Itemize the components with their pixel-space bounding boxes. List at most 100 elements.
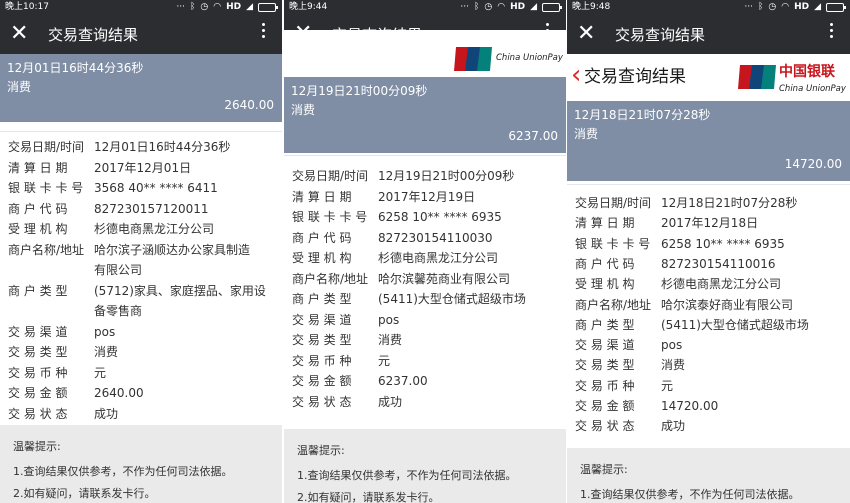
detail-label: 交 易 类 型 (575, 358, 635, 373)
back-chevron-icon[interactable]: ‹ (571, 60, 581, 90)
detail-label: 交 易 状 态 (575, 419, 635, 434)
unionpay-logo-icon (454, 47, 492, 71)
detail-label: 交 易 渠 道 (575, 338, 635, 353)
summary-amount: 2640.00 (224, 98, 274, 112)
detail-value: 成功 (94, 406, 119, 421)
status-bar: 晚上10:17 ··· ᛒ ◷ ◠ HD ◢ (0, 0, 282, 15)
banner-title: 交易查询结果 (584, 67, 686, 87)
tip-line-1: 1.查询结果仅供参考，不作为任何司法依据。 (297, 469, 517, 482)
close-icon[interactable]: ✕ (10, 22, 28, 46)
detail-label: 商 户 代 码 (292, 230, 352, 245)
unionpay-logo-icon (738, 65, 776, 89)
bluetooth-icon: ᛒ (757, 2, 764, 12)
tip-line-2: 2.如有疑问，请联系发卡行。 (13, 487, 156, 500)
signal-icon: ◢ (246, 2, 253, 12)
detail-label: 银 联 卡 卡 号 (292, 210, 368, 224)
detail-value: 元 (94, 365, 107, 380)
bluetooth-icon: ᛒ (473, 2, 480, 12)
detail-value: pos (661, 338, 683, 353)
unionpay-wordmark: 中国银联 China UnionPay (779, 64, 846, 96)
detail-label: 交 易 金 额 (8, 386, 68, 400)
detail-value: pos (378, 312, 400, 327)
tips-title: 温馨提示: (580, 463, 628, 476)
wifi-icon: ◠ (497, 2, 506, 12)
detail-value: 消费 (661, 358, 686, 373)
battery-icon (542, 3, 562, 12)
summary-type: 消费 (574, 127, 599, 141)
close-icon[interactable]: ✕ (577, 22, 595, 46)
detail-label: 交 易 类 型 (8, 345, 68, 359)
screenshot-collage: 晚上10:17 ··· ᛒ ◷ ◠ HD ◢ ✕ 交易查询结果 12月01日16… (0, 0, 850, 503)
section-divider (0, 131, 282, 132)
detail-value: 2640.00 (94, 386, 144, 400)
detail-label: 交 易 状 态 (292, 394, 352, 409)
signal-icon: ◢ (814, 2, 821, 12)
detail-label: 商 户 类 型 (292, 292, 352, 306)
detail-value-continuation: 有限公司 (94, 263, 143, 277)
detail-value: 哈尔滨子涵顺达办公家具制造 (94, 242, 251, 257)
battery-icon (826, 3, 846, 12)
detail-label: 交易日期/时间 (8, 140, 85, 154)
phone-panel-1: 晚上10:17 ··· ᛒ ◷ ◠ HD ◢ ✕ 交易查询结果 12月01日16… (0, 0, 282, 503)
detail-value: 元 (378, 353, 391, 368)
detail-label: 商户名称/地址 (8, 242, 85, 257)
summary-type: 消费 (291, 103, 316, 117)
detail-label: 交 易 币 种 (292, 353, 352, 368)
tips-box: 温馨提示: 1.查询结果仅供参考，不作为任何司法依据。 (567, 448, 850, 503)
detail-value: 3568 40** **** 6411 (94, 181, 218, 195)
section-divider (284, 155, 566, 156)
summary-type: 消费 (7, 80, 32, 94)
status-time: 晚上9:48 (572, 2, 611, 12)
detail-value: (5411)大型仓储式超级市场 (378, 292, 526, 306)
bluetooth-icon: ᛒ (189, 2, 196, 12)
unionpay-en-text: China UnionPay (779, 84, 846, 94)
detail-value: 杉德电商黑龙江分公司 (378, 251, 499, 265)
detail-value: 杉德电商黑龙江分公司 (661, 277, 782, 292)
transaction-summary: 12月01日16时44分36秒 消费 2640.00 (0, 54, 282, 122)
unionpay-banner: China UnionPay (284, 30, 566, 78)
detail-value: 消费 (378, 333, 403, 347)
summary-datetime: 12月18日21时07分28秒 (574, 108, 711, 122)
tips-title: 温馨提示: (297, 444, 345, 457)
detail-value: 哈尔滨馨苑商业有限公司 (378, 271, 511, 286)
status-bar: 晚上9:48 ··· ᛒ ◷ ◠ HD ◢ (567, 0, 850, 15)
notification-icon: ··· (744, 2, 753, 12)
detail-value: (5411)大型仓储式超级市场 (661, 317, 809, 332)
transaction-summary: 12月18日21时07分28秒 消费 14720.00 (567, 101, 850, 181)
battery-icon (258, 3, 278, 12)
detail-value: 827230154110016 (661, 256, 776, 271)
signal-icon: ◢ (530, 2, 537, 12)
notification-icon: ··· (176, 2, 185, 12)
detail-value: 哈尔滨泰好商业有限公司 (661, 297, 794, 312)
detail-value: 6237.00 (378, 374, 428, 388)
more-menu-icon[interactable] (830, 23, 834, 41)
tips-box: 温馨提示: 1.查询结果仅供参考，不作为任何司法依据。 2.如有疑问，请联系发卡… (284, 429, 566, 503)
detail-label: 商 户 类 型 (8, 283, 68, 298)
detail-label: 银 联 卡 卡 号 (575, 236, 651, 251)
detail-value: 6258 10** **** 6935 (378, 210, 502, 224)
detail-value: 827230154110030 (378, 230, 493, 245)
detail-value: 12月18日21时07分28秒 (661, 196, 798, 210)
detail-label: 交 易 币 种 (8, 365, 68, 380)
alarm-icon: ◷ (200, 2, 209, 12)
detail-value: 消费 (94, 345, 119, 359)
detail-label: 受 理 机 构 (8, 222, 68, 236)
detail-label: 商 户 类 型 (575, 317, 635, 332)
detail-value: 元 (661, 378, 674, 393)
detail-value: 6258 10** **** 6935 (661, 236, 785, 251)
detail-label: 交 易 金 额 (575, 399, 635, 413)
status-icons: ··· ᛒ ◷ ◠ HD ◢ (460, 0, 562, 15)
summary-datetime: 12月01日16时44分36秒 (7, 61, 144, 75)
detail-label: 交易日期/时间 (575, 196, 652, 210)
tips-title: 温馨提示: (13, 440, 61, 453)
phone-panel-2: 晚上9:44 ··· ᛒ ◷ ◠ HD ◢ ✕ 交易查询结果 China Uni… (284, 0, 566, 503)
detail-value: 12月01日16时44分36秒 (94, 140, 231, 154)
wifi-icon: ◠ (781, 2, 790, 12)
detail-label: 交 易 金 额 (292, 374, 352, 388)
more-menu-icon[interactable] (262, 23, 266, 41)
transaction-summary: 12月19日21时00分09秒 消费 6237.00 (284, 77, 566, 153)
detail-value: 2017年12月01日 (94, 160, 192, 175)
detail-label: 交易日期/时间 (292, 169, 369, 183)
detail-label: 交 易 币 种 (575, 378, 635, 393)
status-bar: 晚上9:44 ··· ᛒ ◷ ◠ HD ◢ (284, 0, 566, 15)
